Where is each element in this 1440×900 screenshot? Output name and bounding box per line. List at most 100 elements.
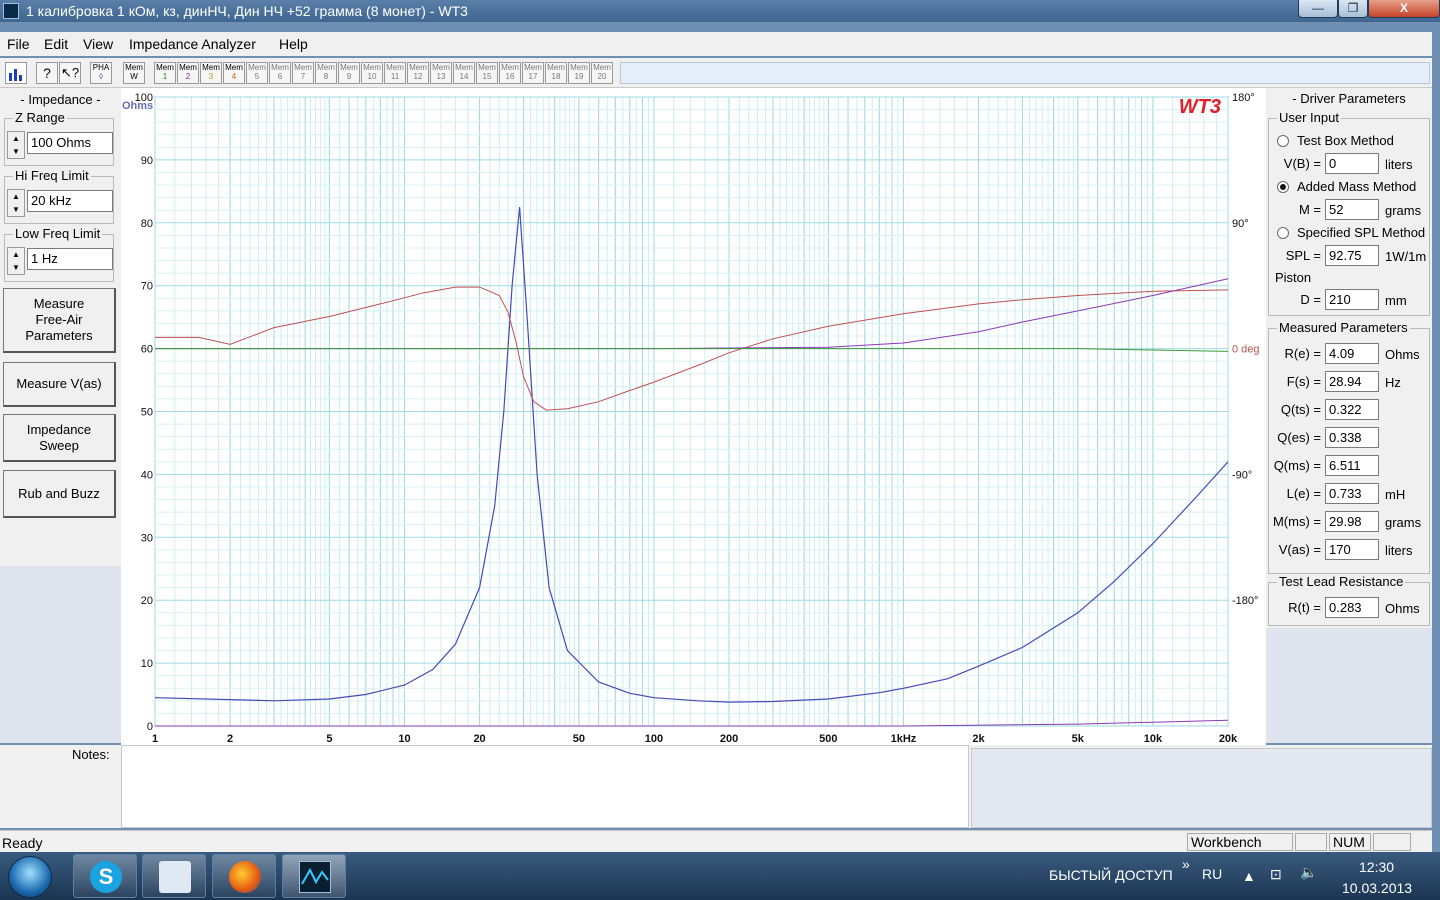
measured-label: V(as) = [1278, 542, 1321, 557]
y2-tick-label: 180° [1232, 92, 1255, 104]
added-mass-method-radio[interactable] [1277, 181, 1289, 193]
mem-button-label: Mem [202, 63, 220, 72]
measured-value[interactable]: 4.09 [1325, 343, 1379, 364]
mem-11-button[interactable]: Mem 11 [384, 62, 406, 84]
minimize-button[interactable]: — [1298, 0, 1338, 18]
menu-impedance-analyzer[interactable]: Impedance Analyzer [129, 36, 256, 52]
vb-input[interactable]: 0 [1325, 153, 1379, 174]
mem-7-button[interactable]: Mem 7 [292, 62, 314, 84]
menu-view[interactable]: View [83, 36, 113, 52]
taskbar-notepad[interactable] [142, 854, 206, 898]
mem-16-button[interactable]: Mem 16 [499, 62, 521, 84]
rt-input[interactable]: 0.283 [1325, 597, 1379, 618]
clock-date[interactable]: 10.03.2013 [1342, 880, 1412, 896]
m-row: M = 52 grams [1269, 199, 1431, 221]
mem-button-label: Mem [363, 63, 381, 72]
mem-6-button[interactable]: Mem 6 [269, 62, 291, 84]
measured-value[interactable]: 0.733 [1325, 483, 1379, 504]
low-freq-spinner[interactable]: ▲ ▼ [7, 247, 25, 275]
network-icon[interactable]: ⊡ [1270, 866, 1282, 883]
measured-value[interactable]: 28.94 [1325, 371, 1379, 392]
z-range-label: Z Range [13, 110, 67, 125]
app-icon[interactable] [3, 3, 19, 19]
measured-row: M(ms) = 29.98 grams [1269, 511, 1431, 533]
z-range-input[interactable]: 100 Ohms [27, 132, 113, 154]
volume-icon[interactable]: 🔈 [1300, 864, 1317, 881]
taskbar-skype[interactable]: S [73, 854, 137, 898]
language-indicator[interactable]: RU [1202, 866, 1222, 882]
measured-value[interactable]: 0.322 [1325, 399, 1379, 420]
test-box-method-radio[interactable] [1277, 135, 1289, 147]
rub-and-buzz-button[interactable]: Rub and Buzz [3, 470, 116, 518]
measured-value[interactable]: 29.98 [1325, 511, 1379, 532]
mem-w-button[interactable]: Mem W [123, 62, 145, 84]
notes-bar: Notes: [0, 745, 1432, 828]
taskbar-wt3[interactable] [282, 854, 346, 898]
mem-13-button[interactable]: Mem 13 [430, 62, 452, 84]
measured-value[interactable]: 170 [1325, 539, 1379, 560]
quick-access-chevron[interactable]: » [1182, 856, 1190, 872]
mem-8-button[interactable]: Mem 8 [315, 62, 337, 84]
help-icon[interactable]: ? [36, 62, 58, 84]
start-button-icon[interactable] [8, 856, 52, 898]
hi-freq-spinner[interactable]: ▲ ▼ [7, 189, 25, 217]
added-mass-method-label: Added Mass Method [1297, 179, 1417, 194]
clock-time[interactable]: 12:30 [1359, 859, 1394, 875]
impedance-chart[interactable]: 1 2 5 10 20 50 100 200 500 1kHz 2k 5k 10k 20k 0 10 20 30 4… [121, 88, 1266, 745]
mem-10-button[interactable]: Mem 10 [361, 62, 383, 84]
mem-19-button[interactable]: Mem 19 [568, 62, 590, 84]
vb-unit: liters [1385, 157, 1413, 172]
mem-3-button[interactable]: Mem 3 [200, 62, 222, 84]
hi-freq-input[interactable]: 20 kHz [27, 190, 113, 212]
test-lead-label: Test Lead Resistance [1277, 574, 1406, 589]
chart-icon[interactable] [5, 62, 27, 84]
mem-12-button[interactable]: Mem 12 [407, 62, 429, 84]
mem-1-button[interactable]: Mem 1 [154, 62, 176, 84]
test-box-method-label: Test Box Method [1297, 133, 1394, 148]
low-freq-input[interactable]: 1 Hz [27, 248, 113, 270]
mem-20-button[interactable]: Mem 20 [591, 62, 613, 84]
z-range-spinner[interactable]: ▲ ▼ [7, 131, 25, 159]
measured-value[interactable]: 0.338 [1325, 427, 1379, 448]
taskbar-firefox[interactable] [212, 854, 276, 898]
specified-spl-method-radio[interactable] [1277, 227, 1289, 239]
m-input[interactable]: 52 [1325, 199, 1379, 220]
d-row: D = 210 mm [1269, 289, 1431, 311]
measure-free-air-button[interactable]: Measure Free-Air Parameters [3, 288, 116, 353]
menu-help[interactable]: Help [279, 36, 308, 52]
measured-value[interactable]: 6.511 [1325, 455, 1379, 476]
mem-18-button[interactable]: Mem 18 [545, 62, 567, 84]
skype-icon: S [90, 861, 122, 893]
measured-row: L(e) = 0.733 mH [1269, 483, 1431, 505]
rt-row: R(t) = 0.283 Ohms [1269, 597, 1431, 619]
spl-input[interactable]: 92.75 [1325, 245, 1379, 266]
mem-2-button[interactable]: Mem 2 [177, 62, 199, 84]
impedance-panel: - Impedance - Z Range ▲ ▼ 100 Ohms Hi Fre… [0, 88, 121, 743]
measure-vas-button[interactable]: Measure V(as) [3, 362, 116, 407]
test-lead-group: Test Lead Resistance R(t) = 0.283 Ohms [1268, 574, 1431, 626]
y-tick-label: 10 [141, 658, 153, 670]
mem-5-button[interactable]: Mem 5 [246, 62, 268, 84]
mem-15-button[interactable]: Mem 15 [476, 62, 498, 84]
phase-button[interactable]: PHA ◊ [90, 62, 112, 84]
menu-file[interactable]: File [7, 36, 30, 52]
context-help-icon[interactable]: ↖? [59, 62, 81, 84]
mem-4-button[interactable]: Mem 4 [223, 62, 245, 84]
mem-17-button[interactable]: Mem 17 [522, 62, 544, 84]
menu-edit[interactable]: Edit [44, 36, 68, 52]
d-input[interactable]: 210 [1325, 289, 1379, 310]
mem-9-button[interactable]: Mem 9 [338, 62, 360, 84]
mem-button-number: 11 [390, 72, 400, 81]
maximize-button[interactable]: ❐ [1338, 0, 1368, 18]
user-input-group: User Input Test Box Method V(B) = 0 lite… [1268, 110, 1431, 316]
close-button[interactable]: X [1368, 0, 1440, 18]
notes-side-area [971, 748, 1432, 828]
quick-access-label[interactable]: БЫСТЫЙ ДОСТУП [1049, 867, 1173, 883]
notes-textarea[interactable] [121, 745, 969, 828]
tray-expand-icon[interactable]: ▲ [1242, 868, 1256, 884]
mem-14-button[interactable]: Mem 14 [453, 62, 475, 84]
mem-button-label: Mem [478, 63, 496, 72]
mem-button-number: 17 [528, 72, 538, 81]
mem-button-label: Mem [547, 63, 565, 72]
impedance-sweep-button[interactable]: Impedance Sweep [3, 414, 116, 462]
